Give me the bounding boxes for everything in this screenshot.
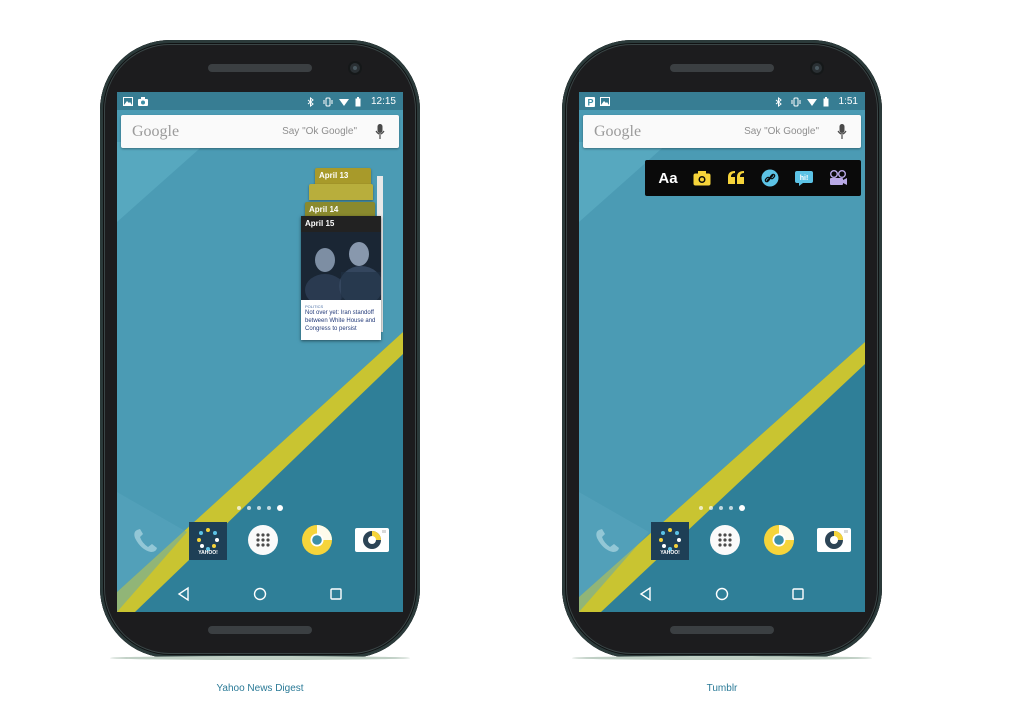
phone-body: 12:15 Google Say "Ok Google" April 13 Ap…: [100, 40, 420, 658]
parking-icon: P: [585, 96, 595, 107]
page-indicator: [117, 505, 403, 511]
status-bar: P 1:51: [579, 92, 865, 110]
app-drawer-icon[interactable]: [707, 522, 743, 558]
page-dot-active: [277, 505, 283, 511]
home-screen: P 1:51 Google Say "Ok Google" Aa hi! YAH…: [579, 92, 865, 612]
wifi-icon: [806, 97, 817, 106]
camera-app-icon[interactable]: [353, 522, 391, 558]
battery-icon: [823, 96, 833, 106]
page-dot: [709, 506, 713, 510]
front-camera: [350, 63, 360, 73]
camera-app-icon[interactable]: [815, 522, 853, 558]
page-dot-active: [739, 505, 745, 511]
yahoo-news-digest-icon[interactable]: YAHOO!: [189, 522, 227, 560]
chrome-icon[interactable]: [299, 522, 335, 558]
status-time: 1:51: [838, 95, 858, 107]
yahoo-news-widget[interactable]: April 13 April 14 April 15 POLITICS Not …: [301, 156, 401, 356]
yahoo-news-digest-icon[interactable]: YAHOO!: [651, 522, 689, 560]
news-card-tab[interactable]: [309, 184, 373, 200]
home-icon[interactable]: [714, 586, 730, 602]
chat-label: hi!: [800, 175, 809, 182]
news-card-tab[interactable]: April 13: [315, 168, 371, 184]
app-drawer-icon[interactable]: [245, 522, 281, 558]
app-dock: YAHOO!: [117, 522, 403, 564]
bluetooth-icon: [307, 96, 317, 107]
page-indicator: [579, 505, 865, 511]
status-time: 12:15: [370, 95, 396, 107]
google-search-bar[interactable]: Google Say "Ok Google": [121, 115, 399, 148]
phone-yahoo: 12:15 Google Say "Ok Google" April 13 Ap…: [100, 40, 420, 680]
wifi-icon: [338, 97, 349, 106]
phone-icon[interactable]: [127, 522, 163, 558]
link-icon[interactable]: [758, 166, 782, 190]
page-dot: [257, 506, 261, 510]
svg-text:P: P: [588, 97, 594, 107]
page-dot: [247, 506, 251, 510]
bluetooth-icon: [775, 96, 785, 107]
news-headline[interactable]: Not over yet: Iran standoff between Whit…: [305, 309, 379, 333]
back-icon[interactable]: [638, 586, 654, 602]
chat-icon[interactable]: hi!: [792, 166, 816, 190]
battery-icon: [355, 96, 365, 106]
page-dot: [237, 506, 241, 510]
phone-icon[interactable]: [589, 522, 625, 558]
yahoo-label: YAHOO!: [198, 550, 218, 556]
navigation-bar: [579, 576, 865, 612]
bottom-speaker: [670, 626, 774, 634]
back-icon[interactable]: [176, 586, 192, 602]
quote-icon[interactable]: [724, 166, 748, 190]
mic-icon[interactable]: [837, 124, 847, 140]
vibrate-icon: [791, 97, 801, 106]
camera-icon: [138, 96, 148, 106]
voice-hint: Say "Ok Google": [282, 126, 357, 137]
page-dot: [699, 506, 703, 510]
caption-yahoo: Yahoo News Digest: [216, 683, 304, 694]
google-logo: Google: [594, 123, 642, 140]
chrome-icon[interactable]: [761, 522, 797, 558]
mic-icon[interactable]: [375, 124, 385, 140]
phone-body: P 1:51 Google Say "Ok Google" Aa hi! YAH…: [562, 40, 882, 658]
front-camera: [812, 63, 822, 73]
news-card-date: April 15: [301, 216, 381, 232]
voice-hint: Say "Ok Google": [744, 126, 819, 137]
recents-icon[interactable]: [328, 586, 344, 602]
vibrate-icon: [323, 97, 333, 106]
phone-shadow: [110, 656, 410, 660]
earpiece-speaker: [208, 64, 312, 72]
google-search-bar[interactable]: Google Say "Ok Google": [583, 115, 861, 148]
bottom-speaker: [208, 626, 312, 634]
phone-tumblr: P 1:51 Google Say "Ok Google" Aa hi! YAH…: [562, 40, 882, 680]
photo-icon[interactable]: [690, 166, 714, 190]
navigation-bar: [117, 576, 403, 612]
page-dot: [267, 506, 271, 510]
home-screen: 12:15 Google Say "Ok Google" April 13 Ap…: [117, 92, 403, 612]
tumblr-widget: Aa hi!: [645, 160, 861, 196]
yahoo-label: YAHOO!: [660, 550, 680, 556]
news-photo: [301, 232, 381, 300]
recents-icon[interactable]: [790, 586, 806, 602]
image-icon: [123, 96, 133, 106]
google-logo: Google: [132, 123, 180, 140]
phone-shadow: [572, 656, 872, 660]
page-dot: [729, 506, 733, 510]
page-dot: [719, 506, 723, 510]
status-bar: 12:15: [117, 92, 403, 110]
image-icon: [600, 96, 610, 106]
news-card[interactable]: April 15 POLITICS Not over yet: Iran sta…: [301, 216, 381, 340]
app-dock: YAHOO!: [579, 522, 865, 564]
video-icon[interactable]: [826, 166, 850, 190]
caption-tumblr: Tumblr: [706, 683, 738, 694]
text-post-button[interactable]: Aa: [656, 166, 680, 190]
home-icon[interactable]: [252, 586, 268, 602]
earpiece-speaker: [670, 64, 774, 72]
